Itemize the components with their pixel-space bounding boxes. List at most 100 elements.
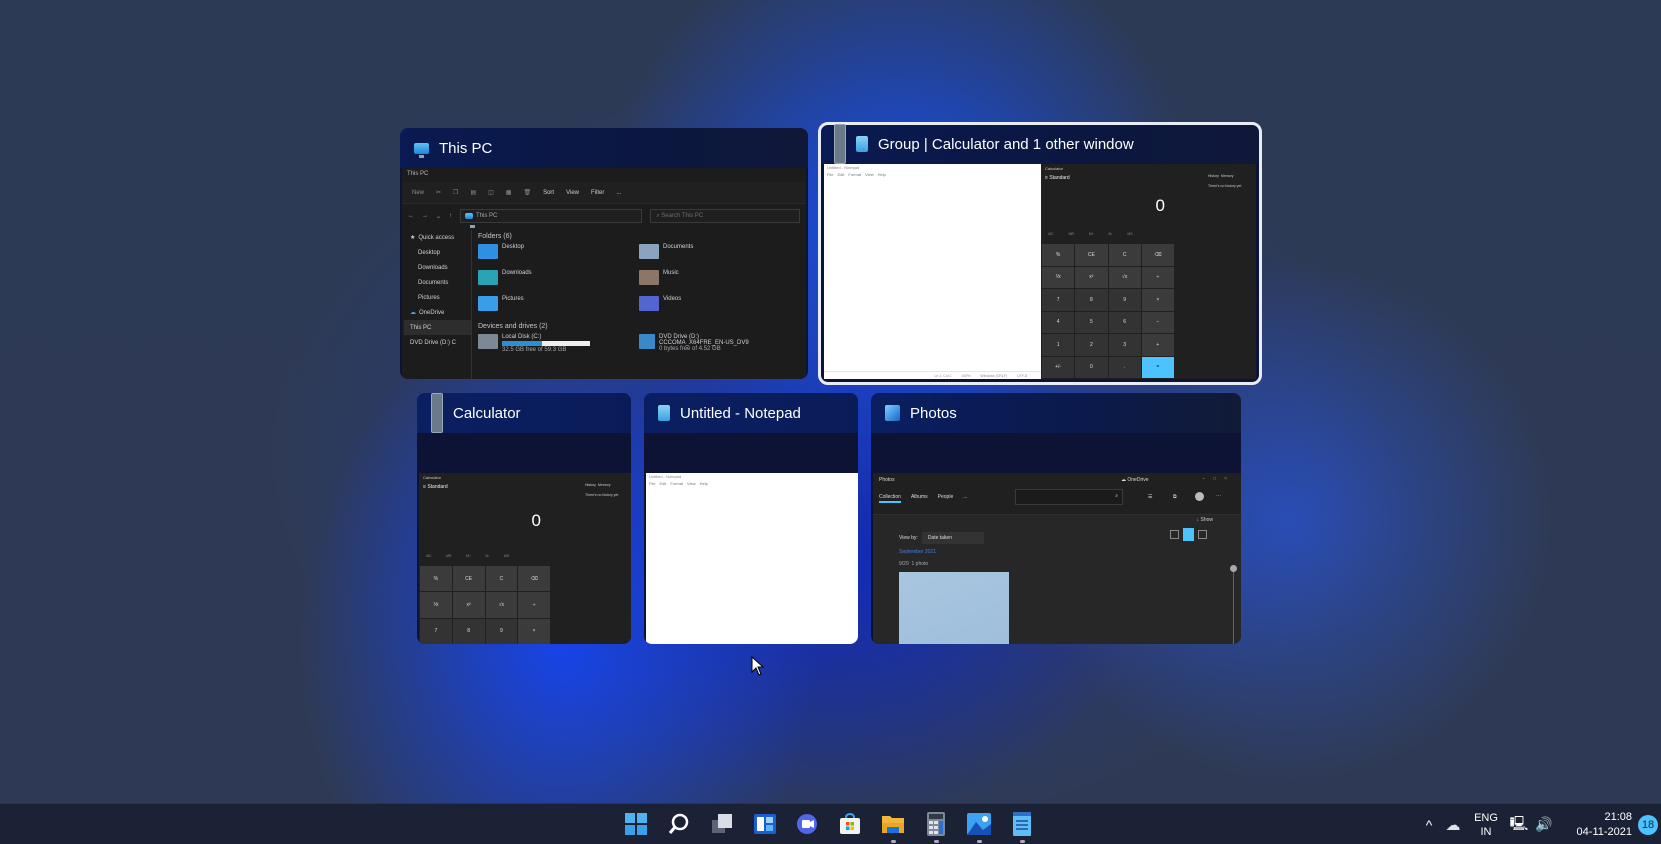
share-icon: ▦ — [505, 190, 512, 196]
language-indicator[interactable]: ENG IN — [1466, 811, 1506, 839]
system-tray: ^ ☁ ENG IN 🖳 🔊 21:08 04-11-2021 18 — [1418, 804, 1658, 844]
notepad-preview: Untitled - Notepad File Edit Format View Hel… — [824, 164, 1041, 379]
photos-tabs: Collection Albums People ... — [879, 494, 967, 503]
calculator-key: √x — [1108, 266, 1141, 288]
small-view-icon — [1170, 530, 1179, 539]
tab-collection: Collection — [879, 494, 901, 503]
navigation-pane: ★ Quick access Desktop Downloads Document… — [404, 230, 472, 379]
photos-preview: Photos ☁ OneDrive –□× Collection Albums … — [873, 473, 1241, 644]
calculator-key: CE — [1075, 244, 1108, 266]
window-controls: –□× — [1202, 476, 1235, 482]
month-header: September 2021 — [899, 549, 936, 555]
calculator-key: 4 — [1042, 311, 1075, 333]
more-icon: ... — [616, 189, 622, 196]
large-view-icon — [1198, 530, 1207, 539]
calculator-preview: Calculator ≡ Standard History Memory There'… — [1041, 164, 1256, 379]
photos-icon — [967, 813, 991, 835]
explorer-title: This PC — [407, 171, 429, 177]
new-button: New — [412, 189, 425, 196]
calculator-key: CE — [452, 566, 485, 592]
calculator-key: . — [1108, 356, 1141, 378]
nav-desktop: Desktop — [418, 249, 441, 256]
calculator-key: C — [485, 566, 518, 592]
calculator-title: Calculator — [423, 475, 442, 480]
photos-search: ⌕ — [1015, 489, 1123, 505]
search-icon: ⌕ — [1115, 493, 1118, 499]
notepad-taskbar-button[interactable] — [1009, 811, 1035, 843]
calculator-icon — [927, 812, 945, 836]
calculator-key: × — [518, 618, 550, 644]
window-thumbnail-header: Calculator — [417, 393, 631, 433]
calculator-key: ⅟x — [1042, 266, 1075, 288]
chat-button[interactable] — [794, 811, 820, 837]
tab-people: People — [937, 494, 954, 500]
running-indicator — [977, 840, 982, 843]
calculator-key: x² — [1075, 266, 1108, 288]
task-view-window-calculator[interactable]: Calculator Calculator ≡ Standard History M… — [417, 393, 631, 644]
store-button[interactable] — [837, 811, 863, 837]
calculator-key: 9 — [485, 618, 518, 644]
volume-icon[interactable]: 🔊 — [1532, 816, 1556, 833]
explorer-content: Folders (6) Desktop Documents Downloads … — [478, 230, 800, 379]
window-title: Untitled - Notepad — [680, 404, 801, 422]
disk-usage-bar — [502, 341, 590, 346]
search-box: ⌕ Search This PC — [650, 209, 800, 223]
widgets-button[interactable] — [752, 811, 778, 837]
chevron-up-icon[interactable]: ^ — [1418, 817, 1440, 833]
task-view-window-notepad[interactable]: Untitled - Notepad Untitled - Notepad Fi… — [644, 393, 858, 644]
calculator-taskbar-button[interactable] — [923, 811, 949, 843]
calculator-key: × — [1141, 289, 1174, 311]
drives-header: Devices and drives (2) — [478, 322, 548, 330]
task-view-window-this-pc[interactable]: This PC This PC New ✂ ❐ ▤ ◫ ▦ 🗑 Sort Vie… — [400, 128, 808, 379]
nav-dvd-drive: DVD Drive (D:) C — [410, 339, 456, 346]
network-icon[interactable]: 🖳 — [1506, 813, 1532, 837]
explorer-preview: This PC New ✂ ❐ ▤ ◫ ▦ 🗑 Sort View Filter… — [402, 168, 806, 379]
calculator-key: 7 — [1042, 289, 1075, 311]
onedrive-status: ☁ OneDrive — [1121, 477, 1149, 483]
task-view-window-group[interactable]: Group | Calculator and 1 other window Un… — [818, 122, 1262, 385]
dvd-icon — [639, 334, 655, 349]
date-header: 9/29 1 photo — [899, 561, 929, 567]
notepad-menu: File Edit Format View Help — [649, 481, 708, 486]
view-by-dropdown: Date taken — [921, 532, 984, 544]
folder-documents: Documents — [639, 244, 800, 262]
task-view-window-photos[interactable]: Photos Photos ☁ OneDrive –□× Collection … — [871, 393, 1241, 644]
photos-taskbar-button[interactable] — [966, 811, 992, 843]
calculator-key: 6 — [1108, 311, 1141, 333]
disk-usage-fill — [502, 341, 542, 346]
filter-button: Filter — [591, 189, 605, 196]
folder-icon — [639, 270, 659, 285]
medium-view-icon — [1183, 528, 1194, 541]
search-button[interactable] — [666, 811, 692, 837]
calculator-key: 5 — [1075, 311, 1108, 333]
calculator-key: ⅟x — [420, 592, 452, 618]
task-view-button[interactable] — [709, 811, 735, 837]
calculator-title: Calculator — [1045, 166, 1064, 171]
view-size-buttons — [1170, 528, 1207, 541]
calculator-display: 0 — [531, 511, 541, 530]
up-icon: ↑ — [449, 213, 453, 219]
drive-d: DVD Drive (D:) CCCOMA_X64FRE_EN-US_DV9 0… — [639, 334, 800, 356]
notification-badge[interactable]: 18 — [1638, 814, 1658, 835]
mouse-cursor — [751, 656, 765, 676]
folder-icon — [478, 270, 498, 285]
start-button[interactable] — [623, 811, 649, 837]
star-icon: ★ — [410, 235, 416, 241]
avatar — [1195, 492, 1204, 501]
nav-pictures: Pictures — [418, 294, 440, 301]
folder-icon — [639, 296, 659, 311]
calculator-key: 8 — [452, 618, 485, 644]
nav-documents: Documents — [418, 279, 449, 286]
onedrive-cloud-icon[interactable]: ☁ — [1440, 816, 1466, 834]
clock[interactable]: 21:08 04-11-2021 — [1562, 810, 1632, 840]
calculator-key: ÷ — [1141, 266, 1174, 288]
import-icon: ⧉ — [1173, 494, 1177, 500]
task-view-icon — [712, 814, 732, 833]
calculator-key: √x — [485, 592, 518, 618]
copy-icon: ❐ — [453, 190, 459, 196]
calculator-key: % — [1042, 244, 1075, 266]
window-thumbnail-header: This PC — [400, 128, 808, 168]
photo-thumbnail — [899, 572, 1009, 644]
file-explorer-button[interactable] — [880, 811, 906, 843]
show-button: ↓ Show — [1196, 517, 1213, 523]
